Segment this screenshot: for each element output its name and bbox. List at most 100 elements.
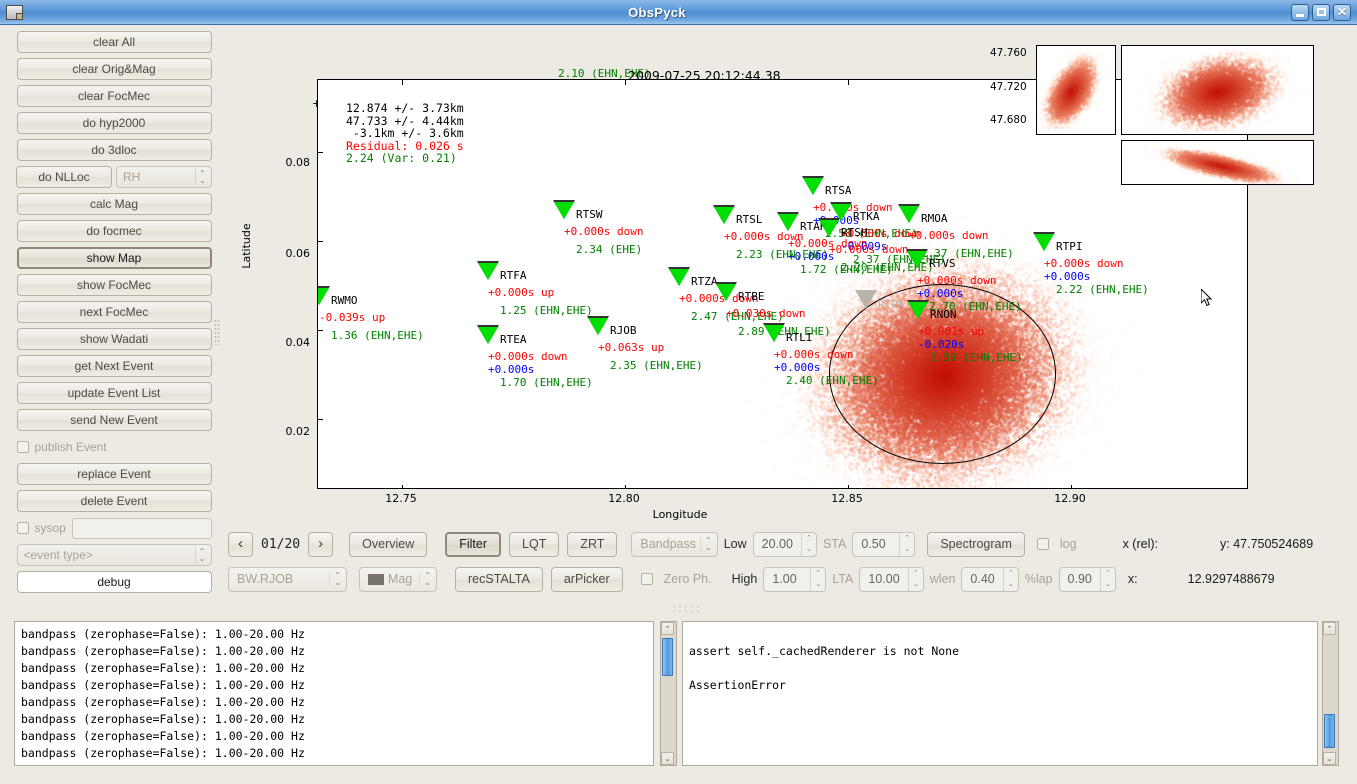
station-residual-label: +0.001s up xyxy=(918,325,984,338)
do-hyp2000-button[interactable]: do hyp2000 xyxy=(17,112,212,134)
spinner-arrows-icon[interactable]: ⌃⌄ xyxy=(801,533,816,556)
log-checkbox[interactable] xyxy=(1037,538,1049,550)
chevron-updown-icon: ⌃⌄ xyxy=(195,168,209,186)
station-code-label: RTPA xyxy=(878,298,905,311)
station-triangle-fill-icon xyxy=(716,284,736,301)
sysop-label: sysop xyxy=(35,521,66,535)
lap-spinbox[interactable]: 0.90 ⌃⌄ xyxy=(1059,567,1116,592)
log-line: bandpass (zerophase=False): 1.00-20.00 H… xyxy=(21,660,647,677)
lta-spinbox[interactable]: 10.00 ⌃⌄ xyxy=(859,567,923,592)
map-plot-panel[interactable]: +4.77e1 2.10 (EHN,EHE) 2009-07-25 20:12:… xyxy=(228,31,1352,521)
get-next-event-button[interactable]: get Next Event xyxy=(17,355,212,377)
station-secondary-residual-label: +0.000s xyxy=(488,363,534,376)
publish-event-row[interactable]: publish Event xyxy=(17,436,212,458)
update-event-list-button[interactable]: update Event List xyxy=(17,382,212,404)
map-axes[interactable]: 12.874 +/- 3.73km 47.733 +/- 4.44km -3.1… xyxy=(317,79,1248,489)
low-label: Low xyxy=(724,537,747,551)
minimize-button[interactable] xyxy=(1291,4,1309,21)
spinner-arrows-icon[interactable]: ⌃⌄ xyxy=(1003,568,1018,591)
scroll-down-icon[interactable]: ⌄ xyxy=(1323,752,1336,765)
scrollbar-thumb[interactable] xyxy=(1324,714,1335,748)
next-event-button[interactable]: › xyxy=(308,532,333,557)
spinner-arrows-icon[interactable]: ⌃⌄ xyxy=(908,568,923,591)
station-magnitude-label: 1.36 (EHN,EHE) xyxy=(331,329,424,342)
sta-value: 0.50 xyxy=(853,533,899,556)
do-nlloc-button[interactable]: do NLLoc xyxy=(16,166,112,188)
clear-all-button[interactable]: clear All xyxy=(17,31,212,53)
pane-resize-handle[interactable] xyxy=(671,604,701,612)
prev-event-button[interactable]: ‹ xyxy=(228,532,253,557)
do-3dloc-button[interactable]: do 3dloc xyxy=(17,139,212,161)
clear-focmec-button[interactable]: clear FocMec xyxy=(17,85,212,107)
log-line: bandpass (zerophase=False): 1.00-20.00 H… xyxy=(21,745,647,762)
station-secondary-residual-label: +0.000s xyxy=(774,361,820,374)
log-line: bandpass (zerophase=False): 1.00-20.00 H… xyxy=(21,711,647,728)
recstalta-button[interactable]: recSTALTA xyxy=(455,567,543,592)
spectrogram-button[interactable]: Spectrogram xyxy=(927,532,1025,557)
overview-button[interactable]: Overview xyxy=(349,532,427,557)
show-map-button[interactable]: show Map xyxy=(17,247,212,269)
inset-longitude-vs-depth[interactable] xyxy=(1121,140,1314,185)
scrollbar-thumb[interactable] xyxy=(662,638,673,676)
zrt-button[interactable]: ZRT xyxy=(567,532,617,557)
station-secondary-residual-label: +0.000s xyxy=(788,250,834,263)
publish-event-checkbox[interactable] xyxy=(17,441,29,453)
sta-spinbox[interactable]: 0.50 ⌃⌄ xyxy=(852,532,915,557)
show-focmec-button[interactable]: show FocMec xyxy=(17,274,212,296)
zero-phase-label: Zero Ph. xyxy=(664,572,712,586)
spinner-arrows-icon[interactable]: ⌃⌄ xyxy=(1100,568,1115,591)
lta-label: LTA xyxy=(832,572,853,586)
sidebar-resize-grip[interactable] xyxy=(214,319,220,345)
spinner-arrows-icon[interactable]: ⌃⌄ xyxy=(810,568,825,591)
nlloc-combo[interactable]: RH ⌃⌄ xyxy=(116,166,212,188)
replace-event-button[interactable]: replace Event xyxy=(17,463,212,485)
do-focmec-button[interactable]: do focmec xyxy=(17,220,212,242)
high-freq-spinbox[interactable]: 1.00 ⌃⌄ xyxy=(763,567,826,592)
sidebar: clear All clear Orig&Mag clear FocMec do… xyxy=(6,31,222,609)
low-freq-spinbox[interactable]: 20.00 ⌃⌄ xyxy=(753,532,817,557)
ytick-label: 0.08 xyxy=(252,156,310,169)
debug-button[interactable]: debug xyxy=(17,571,212,593)
mag-dropdown[interactable]: Mag ⌃⌄ xyxy=(359,567,437,592)
inset-longitude-vs-latitude[interactable] xyxy=(1121,45,1314,135)
next-focmec-button[interactable]: next FocMec xyxy=(17,301,212,323)
log-line: bandpass (zerophase=False): 1.00-20.00 H… xyxy=(21,643,647,660)
close-button[interactable]: ✕ xyxy=(1333,4,1351,21)
station-triangle-icon xyxy=(855,290,877,309)
calc-mag-button[interactable]: calc Mag xyxy=(17,193,212,215)
stream-value: BW.RJOB xyxy=(237,572,293,586)
log-output-scrollbar[interactable]: ⌃ ⌄ xyxy=(660,621,677,766)
error-output-pane[interactable]: assert self._cachedRenderer is not None … xyxy=(682,621,1318,766)
event-type-combo[interactable]: <event type> ⌃⌄ xyxy=(17,544,212,566)
scroll-up-icon[interactable]: ⌃ xyxy=(1323,622,1336,635)
scroll-down-icon[interactable]: ⌄ xyxy=(661,752,674,765)
station-code-label: RTSW xyxy=(576,208,603,221)
log-output-pane[interactable]: bandpass (zerophase=False): 1.00-20.00 H… xyxy=(14,621,654,766)
solution-info-box: 12.874 +/- 3.73km 47.733 +/- 4.44km -3.1… xyxy=(346,102,464,165)
wlen-spinbox[interactable]: 0.40 ⌃⌄ xyxy=(961,567,1018,592)
clear-orig-mag-button[interactable]: clear Orig&Mag xyxy=(17,58,212,80)
arpicker-button[interactable]: arPicker xyxy=(551,567,623,592)
station-triangle-fill-icon xyxy=(803,178,823,195)
station-triangle-fill-icon xyxy=(899,206,919,223)
zero-phase-checkbox[interactable] xyxy=(641,573,653,585)
inset-depth-vs-latitude[interactable] xyxy=(1036,45,1116,135)
spinner-arrows-icon[interactable]: ⌃⌄ xyxy=(899,533,914,556)
error-output-scrollbar[interactable]: ⌃ ⌄ xyxy=(1322,621,1339,766)
scroll-up-icon[interactable]: ⌃ xyxy=(661,622,674,635)
station-triangle-fill-icon xyxy=(908,302,928,319)
log-line: bandpass (zerophase=False): 1.00-20.00 H… xyxy=(21,677,647,694)
show-wadati-button[interactable]: show Wadati xyxy=(17,328,212,350)
lqt-button[interactable]: LQT xyxy=(509,532,559,557)
station-code-label: RTSL xyxy=(736,213,763,226)
mag-color-swatch-icon xyxy=(368,574,384,585)
filter-type-dropdown[interactable]: Bandpass ⌃⌄ xyxy=(631,532,717,557)
send-new-event-button[interactable]: send New Event xyxy=(17,409,212,431)
chevron-updown-icon: ⌃⌄ xyxy=(195,546,209,564)
maximize-button[interactable] xyxy=(1312,4,1330,21)
filter-button[interactable]: Filter xyxy=(445,532,501,557)
sysop-checkbox[interactable] xyxy=(17,522,29,534)
stream-dropdown[interactable]: BW.RJOB ⌃⌄ xyxy=(228,567,347,592)
station-triangle-fill-icon xyxy=(764,325,784,342)
station-code-label: RTVS xyxy=(929,257,956,270)
